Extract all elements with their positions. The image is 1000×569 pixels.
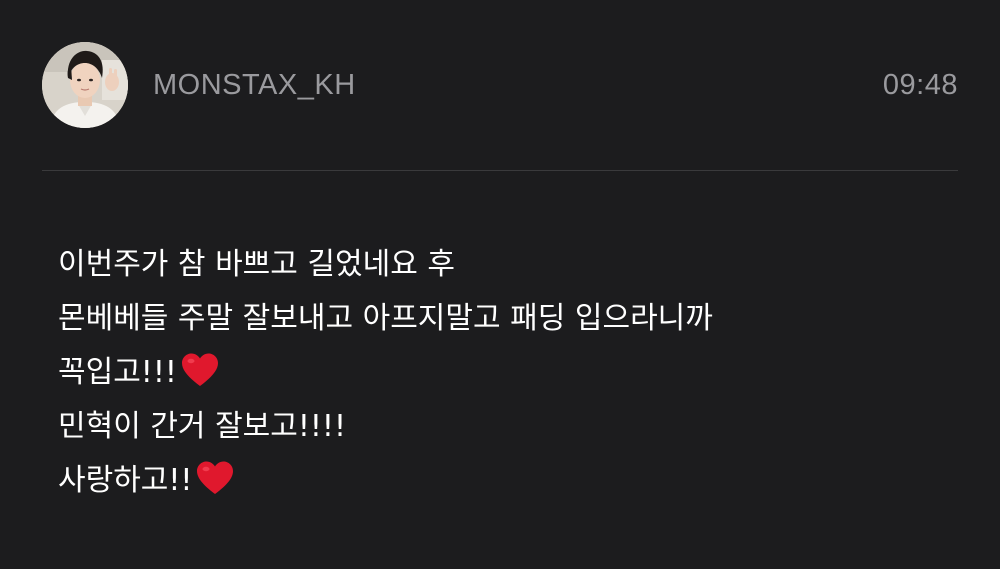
message-line-text: 사랑하고!!: [58, 463, 193, 498]
avatar[interactable]: [42, 42, 128, 128]
message-body: 이번주가 참 바쁘고 길었네요 후 몬베베들 주말 잘보내고 아프지말고 패딩 …: [58, 238, 938, 508]
message-line: 몬베베들 주말 잘보내고 아프지말고 패딩 입으라니까: [58, 292, 938, 346]
message-line: 사랑하고!!: [58, 454, 938, 508]
message-line: 꼭입고!!!: [58, 346, 938, 400]
message-line: 민혁이 간거 잘보고!!!!: [58, 400, 938, 454]
header-divider: [42, 170, 958, 171]
red-heart-icon: [181, 353, 218, 386]
message-line-text: 몬베베들 주말 잘보내고 아프지말고 패딩 입으라니까: [58, 301, 713, 336]
post-time: 09:48: [882, 69, 958, 101]
message-line: 이번주가 참 바쁘고 길었네요 후: [58, 238, 938, 292]
post-header: MONSTAX_KH 09:48: [42, 42, 958, 128]
message-line-text: 이번주가 참 바쁘고 길었네요 후: [58, 247, 455, 282]
message-line-text: 민혁이 간거 잘보고!!!!: [58, 409, 346, 444]
message-line-text: 꼭입고!!!: [58, 355, 177, 390]
username[interactable]: MONSTAX_KH: [153, 68, 356, 102]
red-heart-icon: [197, 461, 234, 494]
profile-photo-icon: [42, 42, 128, 128]
